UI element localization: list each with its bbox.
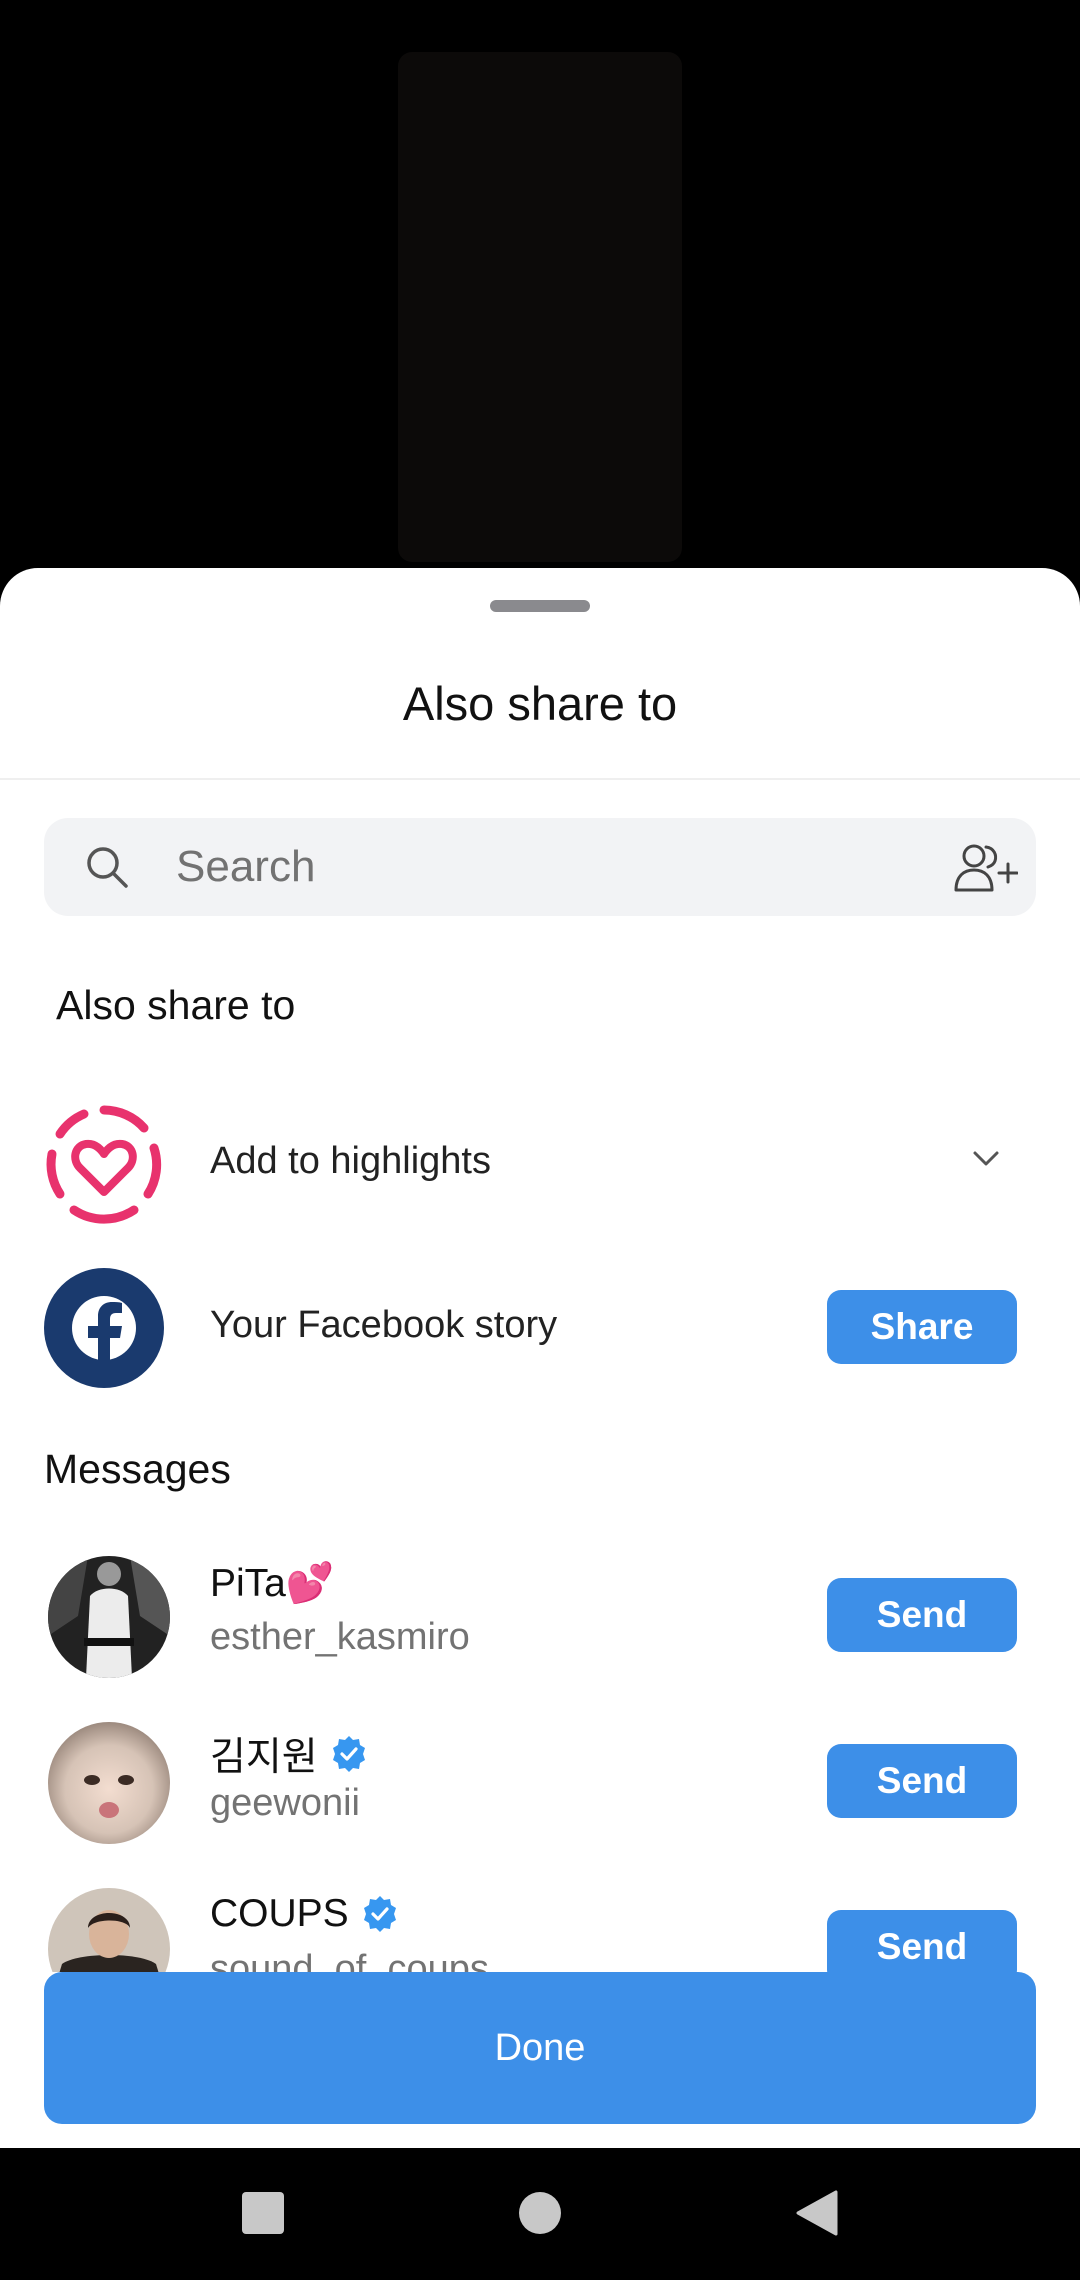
verified-icon (332, 1736, 365, 1772)
add-people-icon[interactable] (950, 840, 1018, 896)
search-icon (87, 847, 128, 888)
search-bar (44, 818, 1036, 916)
title-divider (0, 778, 1080, 780)
story-preview (398, 52, 682, 562)
chevron-down-icon[interactable] (970, 1142, 1002, 1174)
also-share-heading: Also share to (56, 982, 296, 1028)
contact-handle: geewonii (210, 1782, 360, 1824)
facebook-story-row: Your Facebook story Share (0, 1260, 1080, 1400)
avatar (48, 1556, 170, 1678)
contact-handle: esther_kasmiro (210, 1616, 470, 1658)
messages-heading: Messages (44, 1446, 231, 1492)
contact-name-text: COUPS (210, 1892, 349, 1935)
add-to-highlights-row[interactable]: Add to highlights (0, 1096, 1080, 1236)
system-navigation-bar (0, 2148, 1080, 2280)
sheet-title: Also share to (402, 677, 678, 730)
facebook-icon (44, 1268, 164, 1388)
sheet-drag-handle[interactable] (490, 600, 590, 612)
verified-icon (363, 1896, 396, 1932)
nav-circle-icon[interactable] (517, 2190, 563, 2236)
nav-square-icon[interactable] (240, 2190, 286, 2236)
send-button[interactable]: Send (827, 1578, 1017, 1652)
contact-name: 김지원 (210, 1726, 368, 1782)
share-sheet: Also share to Also share to (0, 568, 1080, 2148)
story-backdrop (0, 0, 1080, 620)
contact-name-text: PiTa💕 (210, 1562, 335, 1605)
highlights-heart-icon (46, 1105, 162, 1224)
contact-name-text: 김지원 (210, 1736, 318, 1779)
send-button[interactable]: Send (827, 1744, 1017, 1818)
contact-row: PiTa💕 esther_kasmiro Send (0, 1556, 1080, 1716)
nav-back-triangle-icon[interactable] (794, 2190, 840, 2236)
facebook-share-button[interactable]: Share (827, 1290, 1017, 1364)
done-button[interactable]: Done (44, 1972, 1036, 2124)
contact-name: COUPS (210, 1892, 399, 1936)
contact-row: 김지원 geewonii Send (0, 1722, 1080, 1882)
avatar (48, 1722, 170, 1844)
highlights-label: Add to highlights (210, 1140, 491, 1182)
search-input[interactable] (176, 818, 936, 916)
facebook-story-label: Your Facebook story (210, 1304, 558, 1346)
contact-name: PiTa💕 (210, 1560, 334, 1606)
